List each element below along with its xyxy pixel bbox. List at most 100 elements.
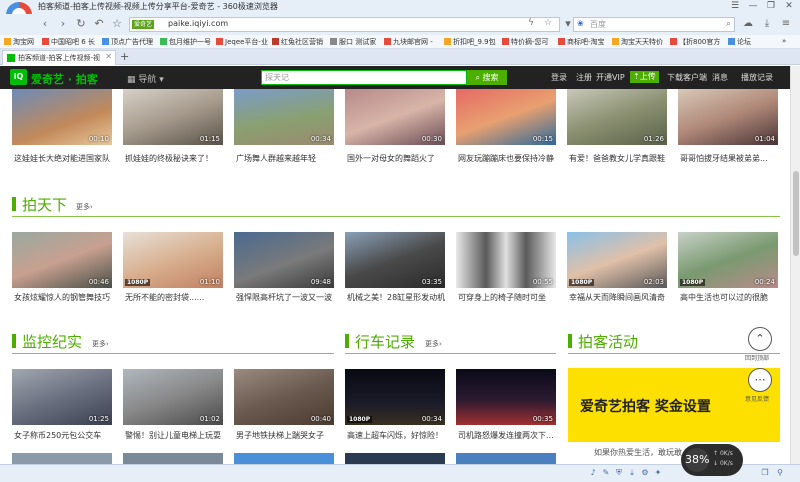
menu-lines-icon[interactable]: ≡	[779, 17, 793, 31]
bookmark-item[interactable]: 红兔社区营销	[272, 37, 323, 47]
section-title[interactable]: 监控纪实	[22, 331, 82, 352]
download-client-link[interactable]: 下载客户端	[667, 72, 707, 83]
shield-icon[interactable]: ⛨	[614, 468, 624, 478]
video-thumbnail[interactable]	[456, 453, 556, 464]
window-icon[interactable]: ❐	[760, 468, 770, 478]
video-caption[interactable]: 司机路怒爆发连撞两次下...	[458, 430, 562, 441]
back-to-top-button[interactable]: ⌃	[748, 327, 772, 351]
video-thumbnail[interactable]: 03:35	[345, 232, 445, 288]
vip-link[interactable]: 开通VIP	[596, 72, 625, 83]
video-caption[interactable]: 警惕！别让儿童电梯上玩耍	[125, 430, 229, 441]
upload-button[interactable]: ⇡上传	[630, 71, 659, 83]
video-thumbnail[interactable]: 01:26	[567, 89, 667, 145]
more-link[interactable]: 更多›	[425, 339, 442, 349]
iqiyi-logo[interactable]: iQ	[10, 69, 27, 85]
video-caption[interactable]: 抓娃娃的终极秘诀来了！	[125, 153, 229, 164]
url-text[interactable]: paike.iqiyi.com	[168, 19, 228, 28]
section-title[interactable]: 拍客活动	[578, 331, 638, 352]
video-caption[interactable]: 这娃娃长大绝对能进国家队	[14, 153, 118, 164]
video-thumbnail[interactable]: 00:46	[12, 232, 112, 288]
video-caption[interactable]: 男子地铁扶梯上踹哭女子	[236, 430, 340, 441]
video-caption[interactable]: 广场舞人群越来越年轻	[236, 153, 340, 164]
speaker-icon[interactable]: ♪	[588, 468, 598, 478]
video-caption[interactable]: 女子称币250元包公交车	[14, 430, 118, 441]
video-caption[interactable]: 可穿身上的椅子随时可坐	[458, 292, 562, 303]
video-thumbnail[interactable]: 1080P 02:03	[567, 232, 667, 288]
video-thumbnail[interactable]	[345, 453, 445, 464]
forward-arrow-icon[interactable]: ›	[56, 17, 70, 31]
bookmark-item[interactable]: 商标吧-淘宝	[558, 37, 605, 47]
video-thumbnail[interactable]	[234, 453, 334, 464]
star-icon[interactable]: ☆	[110, 17, 124, 31]
bookmark-item[interactable]: 淘宝天天特价	[612, 37, 663, 47]
video-caption[interactable]: 强悍限高杆坑了一波又一波	[236, 292, 340, 303]
bookmark-item[interactable]: 中国昭吧 6 长	[42, 37, 95, 47]
video-caption[interactable]: 高中生活也可以过的很脆	[680, 292, 784, 303]
bookmark-item[interactable]: 特价摘-您可	[502, 37, 549, 47]
video-thumbnail[interactable]: 01:25	[12, 369, 112, 425]
bookmark-item[interactable]: Jeqee平台-业	[216, 37, 268, 47]
section-title[interactable]: 拍天下	[22, 194, 67, 215]
more-link[interactable]: 更多›	[76, 202, 93, 212]
video-thumbnail[interactable]: 00:35	[456, 369, 556, 425]
video-thumbnail[interactable]	[123, 453, 223, 464]
close-window-button[interactable]: ✕	[780, 0, 798, 14]
download-icon[interactable]: ⤓	[627, 468, 637, 478]
promo-caption[interactable]: 如果你热爱生活，敢玩敢...	[594, 447, 690, 458]
video-thumbnail[interactable]: 00:15	[456, 89, 556, 145]
scrollbar-thumb[interactable]	[793, 171, 799, 256]
video-thumbnail[interactable]: 01:02	[123, 369, 223, 425]
video-caption[interactable]: 机械之美！28缸星形发动机	[347, 292, 451, 303]
minimize-button[interactable]: —	[744, 0, 762, 14]
bookmark-item[interactable]: 【折800官方	[670, 37, 720, 47]
speed-widget[interactable]: 38% ↑ 0K/s ↓ 0K/s	[681, 444, 743, 476]
menu-icon[interactable]: ☰	[726, 0, 744, 14]
video-thumbnail[interactable]: 00:40	[234, 369, 334, 425]
undo-icon[interactable]: ↶	[92, 17, 106, 31]
history-link[interactable]: 播放记录	[741, 72, 773, 83]
search-icon[interactable]: ⌕	[726, 19, 731, 29]
bookmark-item[interactable]: 服口 测试家	[330, 37, 376, 47]
nav-menu[interactable]: ▦ 导航 ▾	[127, 72, 164, 85]
bookmark-item[interactable]: 折扣吧_9.9包	[444, 37, 496, 47]
bookmark-more-icon[interactable]: »	[782, 37, 786, 45]
zoom-icon[interactable]: ⚲	[775, 468, 785, 478]
video-thumbnail[interactable]: 00:34	[234, 89, 334, 145]
site-brand[interactable]: 爱奇艺 · 拍客	[31, 71, 98, 87]
video-caption[interactable]: 无所不能的密封袋......	[125, 292, 229, 303]
video-caption[interactable]: 高速上超车闪烁，好惊险！	[347, 430, 451, 441]
tab-close-icon[interactable]: ✕	[105, 52, 112, 61]
video-thumbnail[interactable]: 00:30	[345, 89, 445, 145]
login-link[interactable]: 登录	[551, 72, 567, 83]
edit-icon[interactable]: ✎	[601, 468, 611, 478]
cloud-icon[interactable]: ☁	[741, 17, 755, 31]
video-caption[interactable]: 哥哥怕拔牙结果被弟弟...	[680, 153, 784, 164]
scrollbar[interactable]	[790, 66, 800, 464]
video-thumbnail[interactable]: 1080P 00:24	[678, 232, 778, 288]
site-search-button[interactable]: ⌕ 搜索	[467, 70, 507, 85]
video-thumbnail[interactable]: 1080P 00:34	[345, 369, 445, 425]
video-thumbnail[interactable]: 01:04	[678, 89, 778, 145]
maximize-button[interactable]: ❐	[762, 0, 780, 14]
bookmark-star-icon[interactable]: ☆	[544, 18, 552, 28]
search-box[interactable]: ❀ 百度 ⌕	[573, 17, 735, 32]
feedback-button[interactable]: ⋯	[748, 368, 772, 392]
bookmark-item[interactable]: 九块邮官网 -	[384, 37, 433, 47]
download-icon[interactable]: ⤓	[760, 17, 774, 31]
video-caption[interactable]: 网友玩蹦蹦床也要保持冷静	[458, 153, 562, 164]
register-link[interactable]: 注册	[576, 72, 592, 83]
video-caption[interactable]: 国外一对母女的舞蹈火了	[347, 153, 451, 164]
video-caption[interactable]: 女孩炫耀惊人的钢管舞技巧	[14, 292, 118, 303]
settings-icon[interactable]: ⚙	[640, 468, 650, 478]
new-tab-button[interactable]: +	[120, 50, 129, 63]
tools-icon[interactable]: ✦	[653, 468, 663, 478]
bookmark-item[interactable]: 论坛	[728, 37, 751, 47]
bookmark-item[interactable]: 包月维护一号	[160, 37, 211, 47]
site-search-input[interactable]: 探天记	[261, 70, 467, 85]
video-thumbnail[interactable]: 1080P 01:10	[123, 232, 223, 288]
back-arrow-icon[interactable]: ‹	[38, 17, 52, 31]
video-thumbnail[interactable]: 00:10	[12, 89, 112, 145]
bookmark-item[interactable]: 顶点广告代理	[102, 37, 153, 47]
messages-link[interactable]: 消息	[712, 72, 728, 83]
lightning-icon[interactable]: ϟ	[528, 18, 534, 28]
